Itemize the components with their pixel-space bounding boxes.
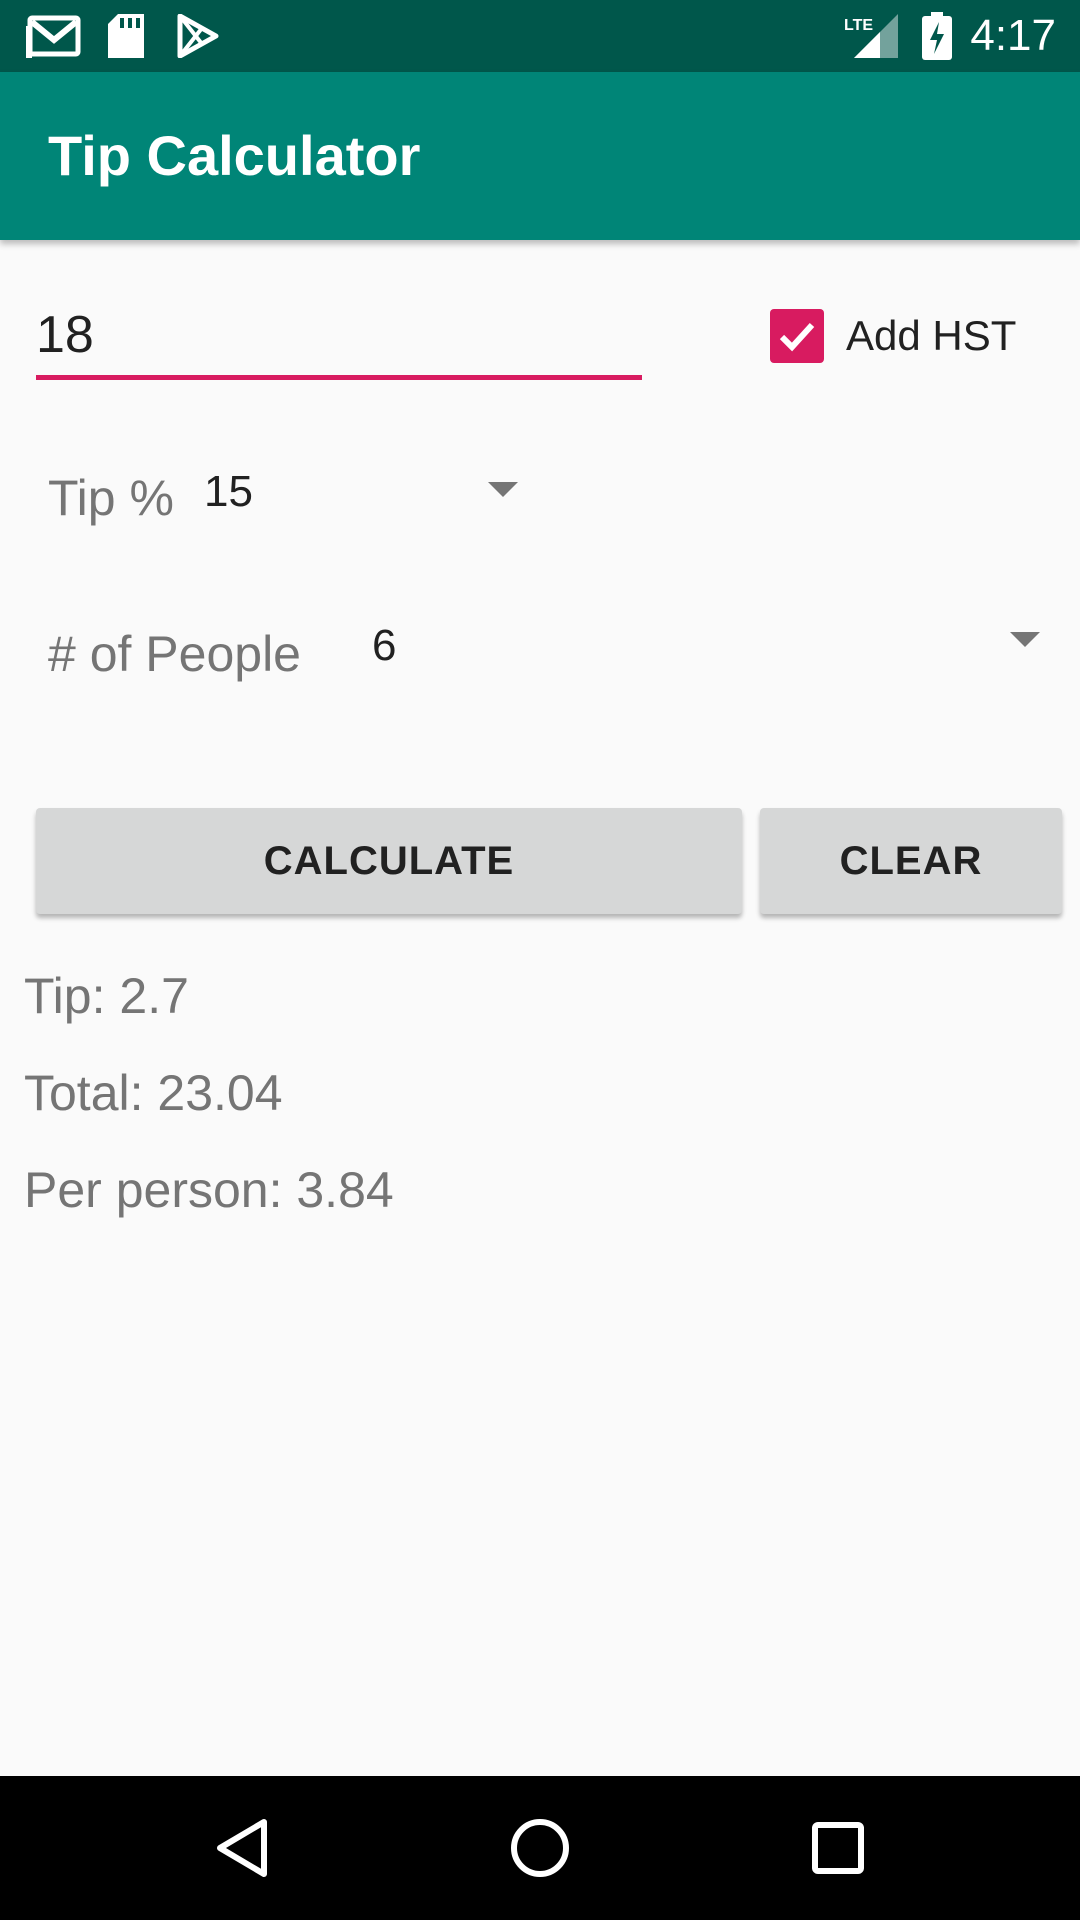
dropdown-arrow-icon	[1010, 632, 1040, 647]
status-bar: LTE 4:17	[0, 0, 1080, 72]
per-person-result: Per person: 3.84	[24, 1162, 394, 1218]
lte-signal-icon: LTE	[842, 12, 898, 65]
app-bar: Tip Calculator	[0, 72, 1080, 240]
svg-text:LTE: LTE	[844, 17, 873, 34]
sd-card-icon	[108, 14, 144, 63]
navigation-bar	[0, 1776, 1080, 1920]
recents-icon[interactable]	[810, 1820, 866, 1881]
add-hst-label: Add HST	[846, 312, 1017, 359]
add-hst-checkbox[interactable]: Add HST	[770, 308, 1016, 364]
people-count-spinner[interactable]: 6	[366, 614, 1050, 694]
checkbox-checked-icon[interactable]	[770, 309, 824, 363]
dropdown-arrow-icon	[488, 482, 518, 497]
battery-charging-icon	[922, 12, 952, 65]
back-icon[interactable]	[212, 1816, 272, 1885]
app-title: Tip Calculator	[48, 124, 421, 187]
total-result: Total: 23.04	[24, 1065, 283, 1121]
people-count-label: # of People	[48, 626, 301, 682]
people-count-value: 6	[372, 621, 397, 670]
clear-button[interactable]: CLEAR	[760, 808, 1062, 914]
tip-percent-label: Tip %	[48, 470, 174, 526]
tip-result: Tip: 2.7	[24, 968, 189, 1024]
bill-amount-input[interactable]	[36, 294, 642, 380]
play-store-icon	[176, 13, 220, 63]
gmail-icon	[26, 14, 82, 63]
status-time: 4:17	[970, 11, 1056, 60]
home-icon[interactable]	[508, 1816, 572, 1885]
tip-percent-value: 15	[204, 467, 253, 516]
tip-percent-spinner[interactable]: 15	[200, 460, 530, 540]
calculate-button[interactable]: CALCULATE	[36, 808, 742, 914]
